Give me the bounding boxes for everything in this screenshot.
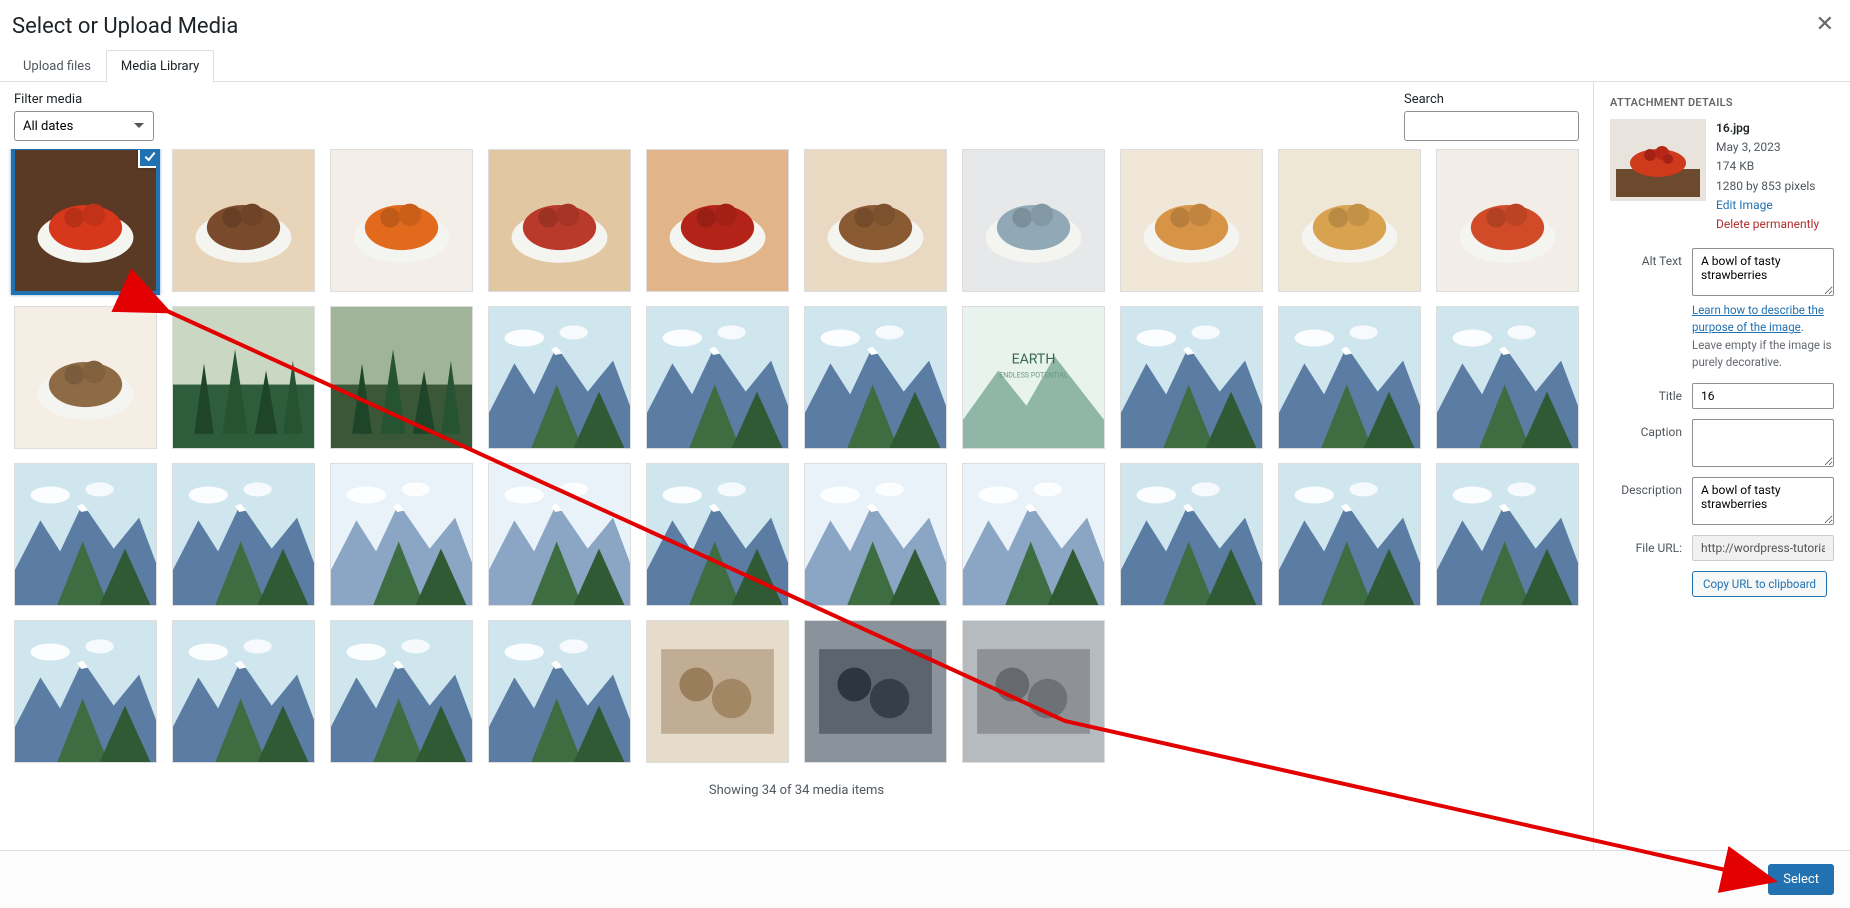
- modal-title: Select or Upload Media: [12, 14, 1830, 39]
- copy-url-button[interactable]: Copy URL to clipboard: [1692, 571, 1827, 597]
- media-thumbnail[interactable]: [1436, 463, 1579, 606]
- alt-text-label: Alt Text: [1610, 248, 1682, 268]
- media-thumbnail[interactable]: [330, 149, 473, 292]
- media-thumbnail[interactable]: [172, 149, 315, 292]
- media-thumbnail[interactable]: [962, 620, 1105, 763]
- checkmark-icon: [138, 149, 157, 168]
- tabs: Upload files Media Library: [0, 49, 1850, 82]
- close-icon[interactable]: ✕: [1816, 12, 1834, 37]
- attachment-details-heading: ATTACHMENT DETAILS: [1610, 96, 1834, 109]
- media-thumbnail[interactable]: [646, 306, 789, 449]
- title-field[interactable]: [1692, 383, 1834, 409]
- media-thumbnail[interactable]: [804, 463, 947, 606]
- description-label: Description: [1610, 477, 1682, 497]
- alt-help-link[interactable]: Learn how to describe the purpose of the…: [1692, 303, 1824, 334]
- attachment-dimensions: 1280 by 853 pixels: [1716, 177, 1819, 196]
- description-field[interactable]: A bowl of tasty strawberries: [1692, 477, 1834, 525]
- attachment-filesize: 174 KB: [1716, 157, 1819, 176]
- media-thumbnail[interactable]: [804, 306, 947, 449]
- tab-media-library[interactable]: Media Library: [106, 50, 214, 82]
- media-thumbnail[interactable]: [646, 463, 789, 606]
- search-label: Search: [1404, 92, 1579, 107]
- attachment-thumb: [1610, 119, 1706, 201]
- status-line: Showing 34 of 34 media items: [14, 763, 1579, 808]
- edit-image-link[interactable]: Edit Image: [1716, 198, 1773, 212]
- media-thumbnail[interactable]: [172, 306, 315, 449]
- caption-label: Caption: [1610, 419, 1682, 439]
- media-thumbnail[interactable]: [488, 306, 631, 449]
- media-thumbnail[interactable]: [1120, 463, 1263, 606]
- media-thumbnail[interactable]: [1278, 149, 1421, 292]
- media-thumbnail[interactable]: [330, 463, 473, 606]
- filter-date-select[interactable]: All dates: [14, 111, 154, 141]
- media-thumbnail[interactable]: [14, 463, 157, 606]
- media-thumbnail[interactable]: [646, 620, 789, 763]
- attachment-date: May 3, 2023: [1716, 138, 1819, 157]
- media-thumbnail[interactable]: [488, 463, 631, 606]
- media-thumbnail[interactable]: [1120, 149, 1263, 292]
- media-thumbnail[interactable]: [804, 620, 947, 763]
- media-thumbnail[interactable]: [14, 306, 157, 449]
- media-thumbnail[interactable]: [646, 149, 789, 292]
- file-url-field[interactable]: [1692, 535, 1834, 561]
- media-thumbnail[interactable]: [962, 463, 1105, 606]
- svg-text:EARTH: EARTH: [1012, 351, 1056, 367]
- media-thumbnail[interactable]: [1436, 306, 1579, 449]
- media-thumbnail[interactable]: [1278, 463, 1421, 606]
- media-thumbnail[interactable]: [804, 149, 947, 292]
- media-thumbnail[interactable]: [488, 620, 631, 763]
- media-thumbnail[interactable]: [1120, 306, 1263, 449]
- tab-upload-files[interactable]: Upload files: [8, 50, 106, 82]
- file-url-label: File URL:: [1610, 535, 1682, 555]
- media-grid: EARTH ENDLESS POTENTIAL: [14, 149, 1579, 763]
- svg-text:ENDLESS POTENTIAL: ENDLESS POTENTIAL: [999, 371, 1068, 380]
- attachment-filename: 16.jpg: [1716, 119, 1819, 138]
- search-input[interactable]: [1404, 111, 1579, 141]
- media-thumbnail[interactable]: [962, 149, 1105, 292]
- attachment-details-panel: ATTACHMENT DETAILS 16.jpg May 3, 2023 17…: [1593, 82, 1850, 872]
- caption-field[interactable]: [1692, 419, 1834, 467]
- media-thumbnail[interactable]: EARTH ENDLESS POTENTIAL: [962, 306, 1105, 449]
- media-thumbnail[interactable]: [488, 149, 631, 292]
- media-thumbnail[interactable]: [14, 620, 157, 763]
- select-button[interactable]: Select: [1768, 864, 1834, 895]
- media-thumbnail[interactable]: [1278, 306, 1421, 449]
- media-thumbnail[interactable]: [172, 620, 315, 763]
- title-label: Title: [1610, 383, 1682, 403]
- media-thumbnail[interactable]: [172, 463, 315, 606]
- alt-text-field[interactable]: A bowl of tasty strawberries: [1692, 248, 1834, 296]
- filter-media-label: Filter media: [14, 92, 154, 107]
- media-thumbnail[interactable]: [330, 306, 473, 449]
- media-thumbnail[interactable]: [1436, 149, 1579, 292]
- media-thumbnail[interactable]: [330, 620, 473, 763]
- media-thumbnail[interactable]: [14, 149, 157, 292]
- delete-permanently-link[interactable]: Delete permanently: [1716, 217, 1819, 231]
